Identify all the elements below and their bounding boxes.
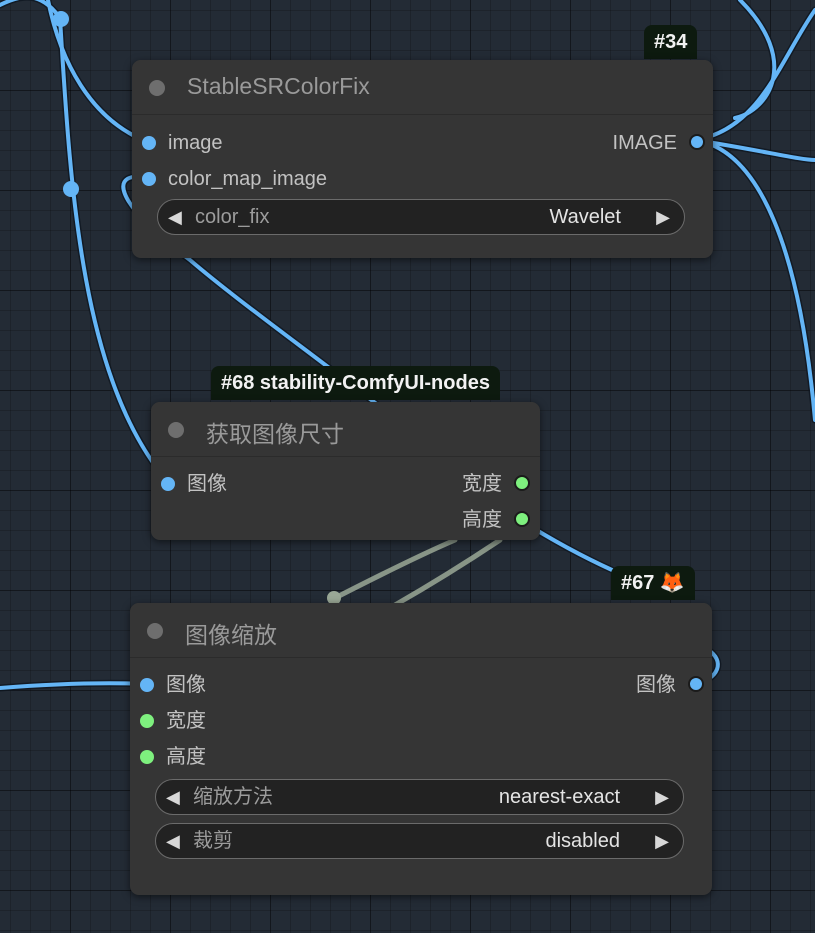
widget-value: disabled [545, 830, 620, 852]
node-graph-canvas[interactable]: #34 StableSRColorFix image color_map_ima… [0, 0, 815, 933]
output-slot-height[interactable]: 高度 [462, 508, 530, 532]
slot-label: color_map_image [168, 168, 327, 190]
node-id-text: #34 [654, 31, 688, 53]
increment-arrow-icon[interactable]: ▶ [655, 824, 669, 858]
slot-label: 图像 [636, 674, 676, 696]
node-id-text: #67 🦊 [621, 572, 685, 594]
output-slot-image[interactable]: 图像 [636, 673, 704, 697]
slot-label: 宽度 [166, 710, 206, 732]
node-stablesr-colorfix[interactable]: StableSRColorFix image color_map_image I… [132, 60, 713, 258]
output-port-icon[interactable] [514, 475, 530, 491]
node-title-bar[interactable]: 图像缩放 [130, 603, 712, 658]
slot-label: 宽度 [462, 473, 502, 495]
combo-widget-scale-method[interactable]: ◀ 缩放方法 nearest-exact ▶ [155, 779, 684, 815]
slot-label: 高度 [462, 509, 502, 531]
input-port-icon[interactable] [140, 714, 154, 728]
input-slot-color-map-image[interactable]: color_map_image [142, 167, 327, 191]
decrement-arrow-icon[interactable]: ◀ [168, 200, 182, 234]
link-image-to-scale [0, 681, 150, 690]
node-image-scale[interactable]: 图像缩放 图像 宽度 高度 图像 ◀ 缩放方法 nearest-exact ▶ … [130, 603, 712, 895]
output-port-icon[interactable] [689, 134, 705, 150]
node-get-image-size[interactable]: 获取图像尺寸 图像 宽度 高度 [151, 402, 540, 540]
node-id-badge: #68 stability-ComfyUI-nodes [211, 366, 500, 400]
input-slot-width[interactable]: 宽度 [140, 709, 206, 733]
link-height-to-scale [392, 537, 503, 608]
input-slot-image[interactable]: 图像 [161, 472, 227, 496]
node-title: 图像缩放 [185, 622, 277, 648]
node-id-badge: #34 [644, 25, 698, 59]
input-slot-height[interactable]: 高度 [140, 745, 206, 769]
input-port-icon[interactable] [161, 477, 175, 491]
slot-label: 图像 [187, 473, 227, 495]
widget-value: nearest-exact [498, 786, 620, 808]
output-slot-width[interactable]: 宽度 [462, 472, 530, 496]
input-port-icon[interactable] [140, 750, 154, 764]
combo-widget-crop[interactable]: ◀ 裁剪 disabled ▶ [155, 823, 684, 859]
node-title: 获取图像尺寸 [206, 421, 344, 447]
collapse-toggle-icon[interactable] [168, 422, 184, 438]
widget-value: Wavelet [549, 206, 621, 228]
slot-label: image [168, 132, 223, 154]
input-port-icon[interactable] [140, 678, 154, 692]
node-id-text: #68 stability-ComfyUI-nodes [221, 372, 490, 394]
increment-arrow-icon[interactable]: ▶ [655, 780, 669, 814]
widget-label: color_fix [195, 206, 270, 228]
output-port-icon[interactable] [514, 511, 530, 527]
link-width-to-scale [332, 537, 458, 601]
combo-widget-color-fix[interactable]: ◀ color_fix Wavelet ▶ [157, 199, 685, 235]
node-title: StableSRColorFix [187, 73, 370, 99]
input-port-icon[interactable] [142, 172, 156, 186]
widget-label: 裁剪 [193, 830, 233, 852]
input-slot-image[interactable]: 图像 [140, 673, 206, 697]
collapse-toggle-icon[interactable] [147, 623, 163, 639]
collapse-toggle-icon[interactable] [149, 80, 165, 96]
output-slot-image[interactable]: IMAGE [613, 131, 705, 155]
node-title-bar[interactable]: StableSRColorFix [132, 60, 713, 115]
input-port-icon[interactable] [142, 136, 156, 150]
decrement-arrow-icon[interactable]: ◀ [166, 824, 180, 858]
slot-label: IMAGE [612, 132, 677, 154]
decrement-arrow-icon[interactable]: ◀ [166, 780, 180, 814]
increment-arrow-icon[interactable]: ▶ [656, 200, 670, 234]
node-title-bar[interactable]: 获取图像尺寸 [151, 402, 540, 457]
output-port-icon[interactable] [688, 676, 704, 692]
widget-label: 缩放方法 [193, 786, 273, 808]
slot-label: 图像 [166, 674, 206, 696]
input-slot-image[interactable]: image [142, 131, 222, 155]
slot-label: 高度 [166, 746, 206, 768]
node-id-badge: #67 🦊 [611, 566, 695, 600]
